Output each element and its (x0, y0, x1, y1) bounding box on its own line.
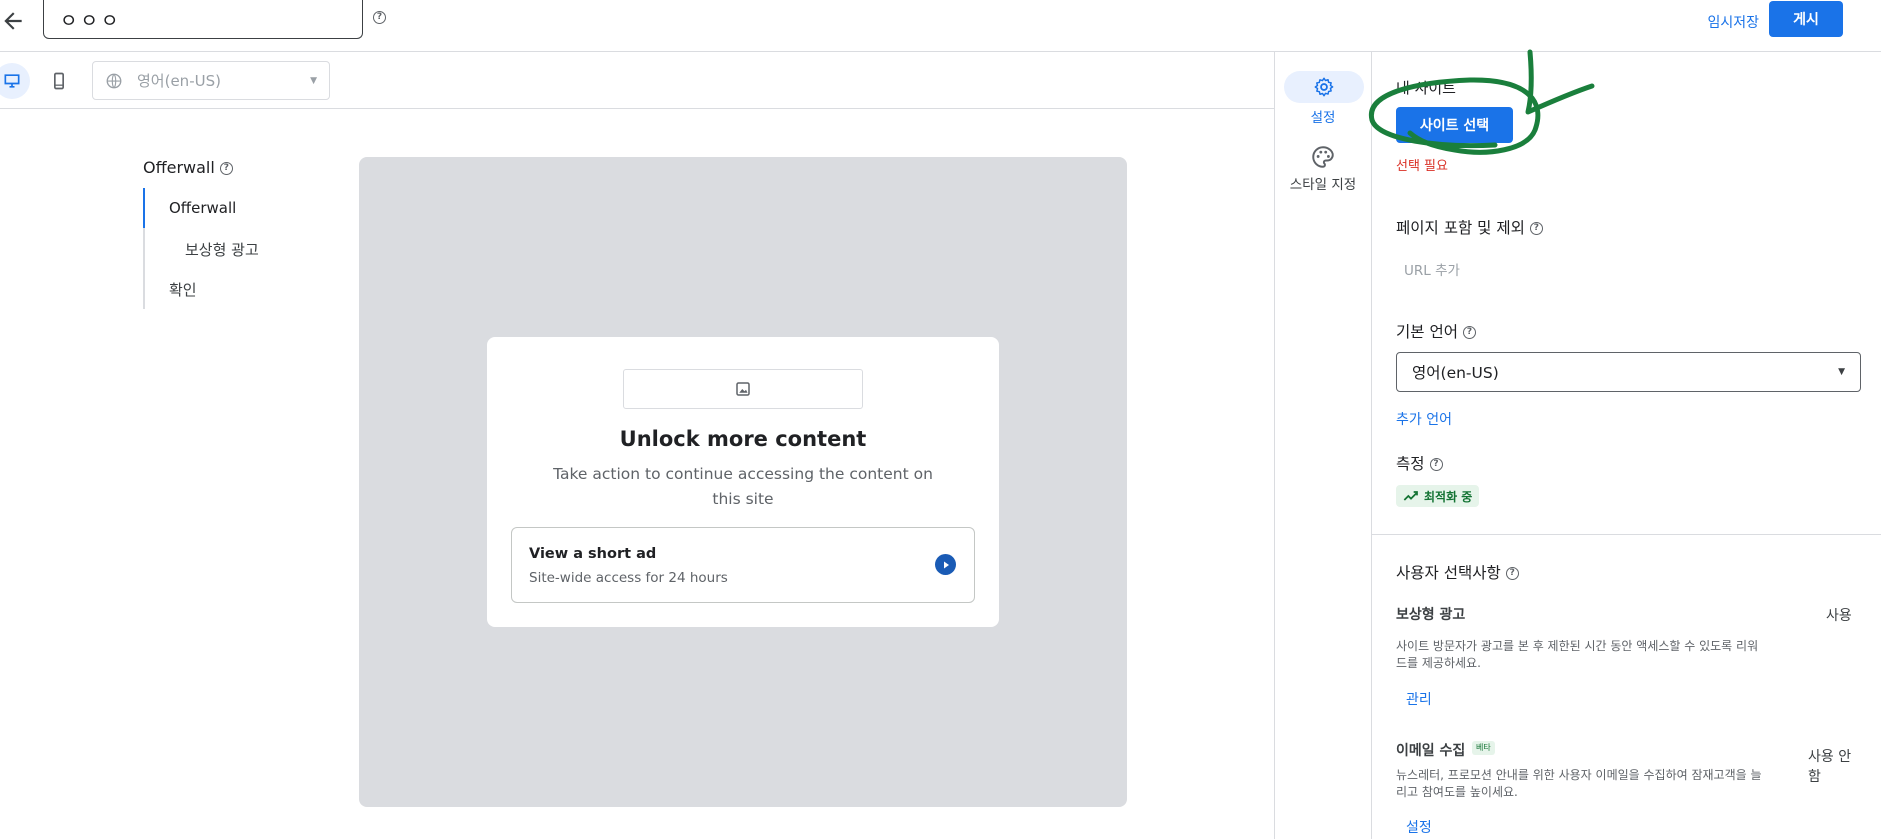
view-ad-option[interactable]: View a short ad Site-wide access for 24 … (511, 527, 975, 603)
help-icon[interactable]: ? (1529, 222, 1543, 235)
default-language-select[interactable]: 영어(en-US) ▼ (1396, 352, 1861, 392)
mobile-preview-button[interactable] (41, 63, 77, 99)
email-collection-description: 뉴스레터, 프로모션 안내를 위한 사용자 이메일을 수집하여 잠재고객을 늘리… (1396, 768, 1762, 799)
nav-item-offerwall[interactable]: Offerwall (169, 199, 236, 217)
preview-description: Take action to continue accessing the co… (553, 465, 933, 508)
mobile-icon (54, 72, 64, 90)
globe-icon (106, 73, 122, 88)
default-language-title: 기본 언어? (1396, 320, 1476, 342)
back-arrow-icon[interactable] (0, 8, 26, 34)
preview-toolbar: 영어(en-US) ▼ (0, 52, 1274, 109)
user-choices-title: 사용자 선택사항? (1396, 561, 1519, 583)
publish-button[interactable]: 게시 (1769, 1, 1843, 37)
select-site-button[interactable]: 사이트 선택 (1396, 107, 1513, 143)
option-title: View a short ad (529, 546, 657, 562)
help-icon[interactable]: ? (219, 162, 233, 175)
section-title-text: 사용자 선택사항 (1396, 564, 1501, 582)
option-subtitle: Site-wide access for 24 hours (529, 570, 728, 586)
my-sites-label: 내 사이트 (1396, 79, 1456, 97)
email-collection-title: 이메일 수집 (1396, 743, 1466, 759)
help-icon[interactable]: ? (373, 11, 386, 24)
nav-active-indicator (143, 188, 145, 228)
optimizing-badge: 최적화 중 (1396, 485, 1480, 507)
nav-title: Offerwall? (143, 158, 233, 177)
offerwall-name-input[interactable] (43, 0, 363, 39)
divider (1372, 534, 1881, 535)
help-icon[interactable]: ? (1462, 326, 1476, 339)
preview-language-value: 영어(en-US) (137, 72, 221, 90)
nav-item-rewarded-ads[interactable]: 보상형 광고 (185, 239, 259, 260)
desktop-preview-button[interactable] (0, 63, 30, 99)
optimizing-badge-text: 최적화 중 (1424, 489, 1473, 504)
top-bar: ? 임시저장 게시 (0, 0, 1881, 52)
chevron-down-icon: ▼ (310, 75, 317, 86)
annotation-arrow (1525, 49, 1595, 115)
section-title-text: 측정 (1396, 455, 1425, 473)
side-rail (1274, 52, 1372, 839)
add-url-link[interactable]: URL 추가 (1404, 259, 1460, 279)
preview-title: Unlock more content (619, 427, 867, 451)
chevron-down-icon: ▼ (1838, 367, 1845, 377)
beta-badge: 베타 (1472, 741, 1495, 755)
palette-icon[interactable] (1310, 144, 1336, 170)
rewarded-ads-status: 사용 (1826, 608, 1852, 624)
section-title-text: 기본 언어 (1396, 323, 1458, 341)
preview-language-select[interactable]: 영어(en-US) ▼ (92, 61, 330, 100)
logo-placeholder (623, 369, 863, 409)
settings-tab-label[interactable]: 설정 (1274, 106, 1372, 126)
nav-item-confirm[interactable]: 확인 (169, 279, 197, 300)
save-draft-button[interactable]: 임시저장 (1707, 8, 1759, 36)
email-collection-status: 사용 안함 (1808, 749, 1852, 785)
settings-tab[interactable] (1284, 71, 1364, 103)
nav-title-text: Offerwall (143, 158, 215, 177)
page-include-exclude-title: 페이지 포함 및 제외? (1396, 216, 1543, 238)
email-settings-link[interactable]: 설정 (1406, 817, 1432, 837)
image-icon (736, 382, 750, 396)
add-language-link[interactable]: 추가 언어 (1396, 409, 1452, 429)
default-language-value: 영어(en-US) (1412, 364, 1499, 382)
help-icon[interactable]: ? (1505, 567, 1519, 580)
gear-icon (1314, 77, 1334, 97)
trending-icon (1403, 491, 1418, 501)
rewarded-ads-title: 보상형 광고 (1396, 607, 1466, 623)
section-title-text: 페이지 포함 및 제외 (1396, 219, 1525, 237)
manage-link[interactable]: 관리 (1406, 689, 1432, 709)
style-tab-label[interactable]: 스타일 지정 (1274, 173, 1372, 193)
play-icon (935, 554, 956, 575)
desktop-icon (4, 74, 20, 88)
help-icon[interactable]: ? (1429, 458, 1443, 471)
measurement-title: 측정? (1396, 452, 1443, 474)
required-error-text: 선택 필요 (1396, 159, 1448, 174)
rewarded-ads-description: 사이트 방문자가 광고를 본 후 제한된 시간 동안 액세스할 수 있도록 리워… (1396, 639, 1759, 670)
